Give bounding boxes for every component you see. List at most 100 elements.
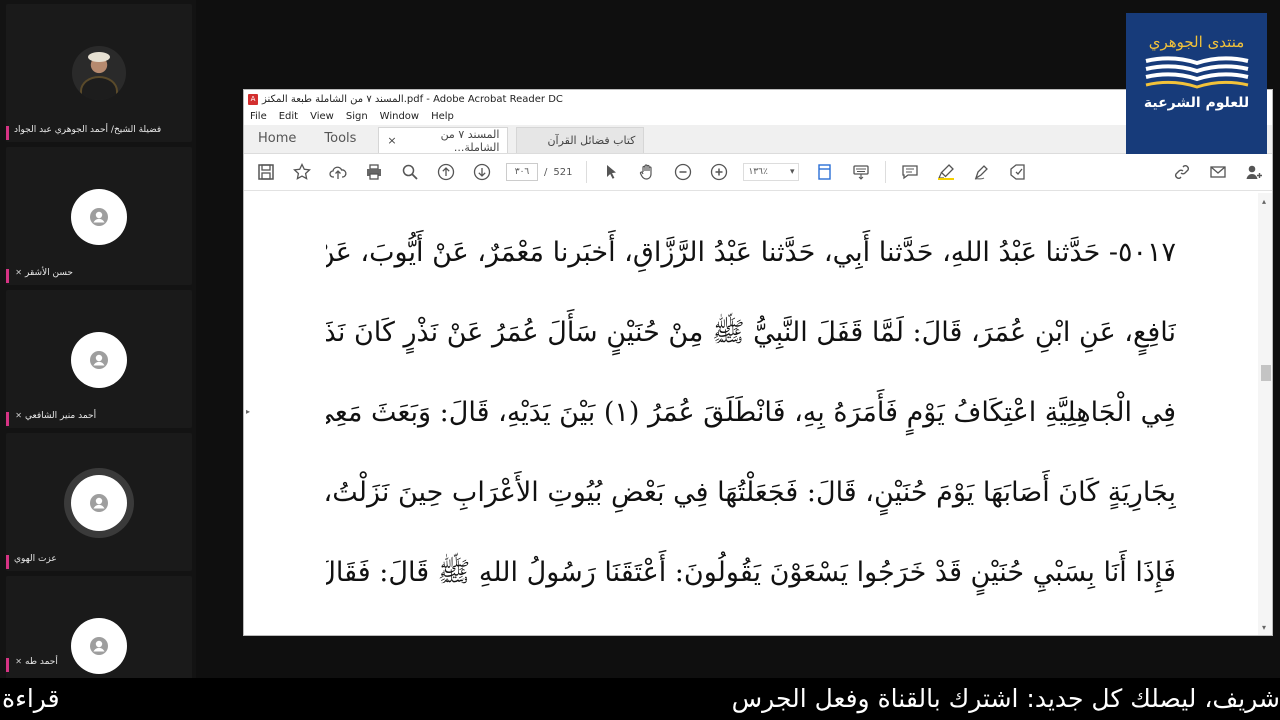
keyboard-icon <box>853 165 870 180</box>
print-icon <box>367 164 381 180</box>
tab-bar: Home Tools المسند ٧ من الشاملة... × كتاب… <box>244 125 1272 154</box>
arrow-down-circle-icon <box>473 163 491 181</box>
add-user-button[interactable] <box>1242 160 1266 184</box>
text-line: فَإِذَا أَنَا بِسَبْيِ حُنَيْنٍ قَدْ خَر… <box>326 557 1176 588</box>
ticker-text-left: قراءة <box>2 684 60 713</box>
tab-document-label: كتاب فضائل القرآن <box>547 134 636 147</box>
share-link-button[interactable] <box>1170 160 1194 184</box>
zoom-value: ١٣٦٪ <box>748 167 768 177</box>
channel-logo: منتدى الجوهري للعلوم الشرعية <box>1126 13 1267 154</box>
tab-document[interactable]: كتاب فضائل القرآن <box>516 127 645 153</box>
comment-icon <box>902 165 919 180</box>
mail-icon <box>1210 166 1226 178</box>
find-button[interactable] <box>398 160 422 184</box>
draw-button[interactable] <box>970 160 994 184</box>
menu-file[interactable]: File <box>250 111 267 122</box>
participant-tile[interactable]: أحمد منير الشافعي ✕ <box>6 290 192 428</box>
star-icon <box>293 163 311 180</box>
menu-window[interactable]: Window <box>380 111 419 122</box>
hand-icon <box>640 164 653 180</box>
participant-photo <box>72 46 126 100</box>
vertical-scrollbar[interactable]: ▴ ▾ <box>1258 193 1272 635</box>
speaker-indicator <box>6 658 9 672</box>
zoom-select[interactable]: ١٣٦٪ ▾ <box>743 163 800 181</box>
user-avatar-icon <box>71 618 127 674</box>
chevron-up-icon[interactable]: ▴ <box>1262 197 1266 206</box>
chevron-right-icon: ▸ <box>246 407 251 416</box>
news-ticker: قراءة شريف، ليصلك كل جديد: اشترك بالقناة… <box>0 678 1280 720</box>
participant-name: أحمد منير الشافعي <box>25 411 97 421</box>
page-total: 521 <box>553 166 573 178</box>
text-line: نَافِعٍ، عَنِ ابْنِ عُمَرَ، قَالَ: لَمَّ… <box>326 317 1176 348</box>
toolbar-divider <box>885 161 887 183</box>
logo-subtitle: للعلوم الشرعية <box>1143 95 1250 111</box>
fill-sign-button[interactable] <box>1006 160 1030 184</box>
text-line: فِي الْجَاهِلِيَّةِ اعْتِكَافُ يَوْمٍ فَ… <box>326 397 1176 428</box>
tab-tools[interactable]: Tools <box>310 124 370 153</box>
select-tool-button[interactable] <box>599 160 623 184</box>
screen: فضيلة الشيخ/ أحمد الجوهري عبد الجواد حسن… <box>0 0 1280 720</box>
minus-circle-icon <box>675 163 692 181</box>
arrow-up-circle-icon <box>437 163 455 181</box>
user-avatar-icon <box>71 332 127 388</box>
open-book-icon <box>1145 56 1248 89</box>
logo-title: منتدى الجوهري <box>1148 33 1245 51</box>
scrollbar-thumb[interactable] <box>1261 365 1271 381</box>
search-icon <box>402 164 418 180</box>
speaker-indicator <box>6 412 9 426</box>
fit-page-icon <box>818 164 832 180</box>
highlight-button[interactable] <box>934 160 958 184</box>
pdf-page: ٥٠١٧- حَدَّثنا عَبْدُ اللهِ، حَدَّثنا أَ… <box>326 223 1176 623</box>
menubar: File Edit View Sign Window Help <box>244 108 1272 125</box>
zoom-out-button[interactable] <box>671 160 695 184</box>
speaker-indicator <box>6 269 9 283</box>
ticker-text-right: شريف، ليصلك كل جديد: اشترك بالقناة وفعل … <box>731 684 1280 713</box>
upload-button[interactable] <box>326 160 350 184</box>
highlighter-icon <box>938 164 955 180</box>
window-titlebar: A المسند ٧ من الشاملة طبعة المكنز.pdf - … <box>244 90 1272 108</box>
cloud-upload-icon <box>329 166 347 179</box>
page-number-input[interactable]: ٣٠٦ <box>506 163 538 181</box>
speaker-indicator <box>6 126 9 140</box>
participant-name: أحمد طه <box>25 657 58 667</box>
previous-page-button[interactable] <box>434 160 458 184</box>
text-line: بِجَارِيَةٍ كَانَ أَصَابَهَا يَوْمَ حُنَ… <box>326 477 1176 508</box>
zoom-in-button[interactable] <box>707 160 731 184</box>
chevron-down-icon[interactable]: ▾ <box>1262 623 1266 632</box>
participant-name: عزت الهوي <box>14 554 57 564</box>
hand-tool-button[interactable] <box>635 160 659 184</box>
save-button[interactable] <box>254 160 278 184</box>
email-button[interactable] <box>1206 160 1230 184</box>
chevron-down-icon: ▾ <box>789 167 795 177</box>
cursor-icon <box>607 165 617 179</box>
left-pane-toggle[interactable]: ▸ <box>244 193 256 635</box>
participant-tile[interactable]: حسن الأشقر ✕ <box>6 147 192 285</box>
next-page-button[interactable] <box>470 160 494 184</box>
tab-home[interactable]: Home <box>244 124 310 153</box>
page-separator: / <box>544 166 548 178</box>
menu-view[interactable]: View <box>310 111 334 122</box>
close-tab-icon[interactable]: × <box>387 134 396 147</box>
page-fit-button[interactable] <box>813 160 837 184</box>
menu-edit[interactable]: Edit <box>279 111 298 122</box>
print-button[interactable] <box>362 160 386 184</box>
acrobat-window: A المسند ٧ من الشاملة طبعة المكنز.pdf - … <box>243 89 1273 636</box>
pen-icon <box>975 165 989 180</box>
participant-name: حسن الأشقر <box>25 268 73 278</box>
participant-tile[interactable]: عزت الهوي <box>6 433 192 571</box>
user-avatar-icon <box>71 189 127 245</box>
comment-button[interactable] <box>898 160 922 184</box>
tab-document-active[interactable]: المسند ٧ من الشاملة... × <box>378 127 509 154</box>
user-avatar-icon <box>71 475 127 531</box>
window-title: المسند ٧ من الشاملة طبعة المكنز.pdf - Ad… <box>262 93 563 105</box>
text-line: ٥٠١٧- حَدَّثنا عَبْدُ اللهِ، حَدَّثنا أَ… <box>326 237 1176 268</box>
mic-muted-icon: ✕ <box>15 411 22 420</box>
document-view[interactable]: ▸ ٥٠١٧- حَدَّثنا عَبْدُ اللهِ، حَدَّثنا … <box>244 193 1272 635</box>
toolbar: ٣٠٦ / 521 ١٣٦٪ ▾ <box>244 154 1272 191</box>
participant-tile[interactable]: فضيلة الشيخ/ أحمد الجوهري عبد الجواد <box>6 4 192 142</box>
keyboard-button[interactable] <box>849 160 873 184</box>
menu-sign[interactable]: Sign <box>346 111 368 122</box>
menu-help[interactable]: Help <box>431 111 454 122</box>
bookmark-button[interactable] <box>290 160 314 184</box>
participants-panel: فضيلة الشيخ/ أحمد الجوهري عبد الجواد حسن… <box>0 0 196 714</box>
